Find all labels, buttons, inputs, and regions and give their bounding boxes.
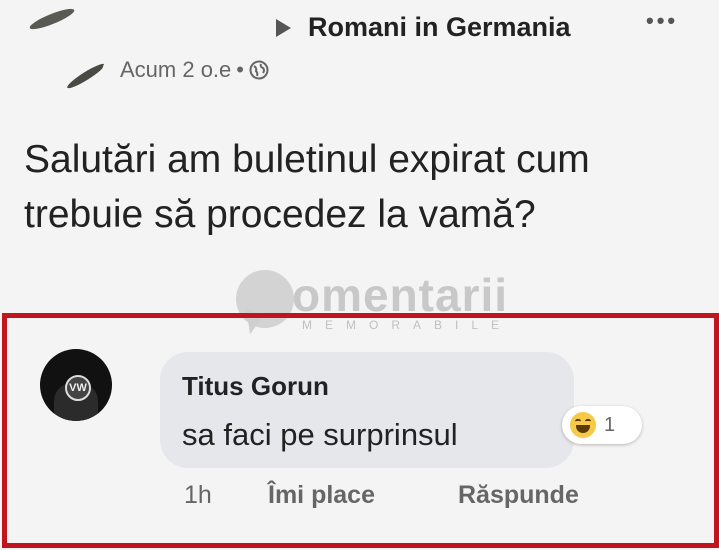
reaction-summary[interactable]: 1: [562, 406, 642, 444]
commenter-avatar[interactable]: VW: [40, 349, 112, 421]
comment-time[interactable]: 1h: [184, 481, 212, 510]
vw-logo-icon: VW: [65, 375, 91, 401]
haha-mouth: [576, 425, 590, 433]
post-meta: Acum 2 o.e •: [120, 57, 269, 83]
comment-author[interactable]: Titus Gorun: [182, 371, 329, 402]
group-link[interactable]: Romani in Germania: [276, 12, 571, 43]
reply-button[interactable]: Răspunde: [458, 481, 579, 510]
avatar-crop-mark-bottom: [65, 60, 106, 92]
group-name[interactable]: Romani in Germania: [308, 12, 571, 43]
triangle-right-icon: [276, 18, 291, 37]
haha-eye-right: [585, 419, 591, 424]
haha-emoji-icon: [570, 412, 596, 438]
post-text: Salutări am buletinul expirat cum trebui…: [24, 138, 590, 236]
like-button[interactable]: Îmi place: [268, 481, 375, 510]
poster-avatar[interactable]: [20, 8, 106, 94]
more-options-icon[interactable]: •••: [646, 8, 678, 34]
globe-icon: [249, 60, 269, 80]
avatar-crop-mark-top: [27, 8, 77, 33]
comment-text: sa faci pe surprinsul: [182, 417, 458, 452]
meta-separator: •: [236, 57, 244, 82]
post-time[interactable]: Acum 2 o.e: [120, 57, 231, 83]
post-header: Romani in Germania ••• Acum 2 o.e •: [0, 0, 719, 110]
reaction-count: 1: [604, 414, 616, 436]
haha-eye-left: [575, 419, 581, 424]
